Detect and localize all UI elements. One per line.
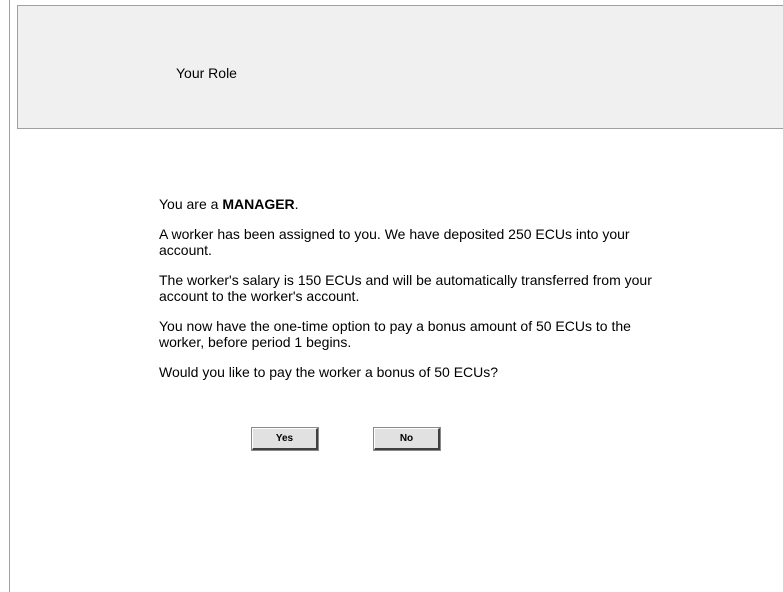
header-panel: Your Role bbox=[17, 5, 783, 129]
experiment-screen: Your Role You are a MANAGER. A worker ha… bbox=[0, 0, 783, 592]
deposit-paragraph: A worker has been assigned to you. We ha… bbox=[159, 226, 630, 258]
bonus-option-paragraph: You now have the one-time option to pay … bbox=[159, 318, 631, 350]
yes-button[interactable]: Yes bbox=[251, 427, 319, 451]
role-statement: You are a MANAGER. bbox=[159, 196, 679, 212]
role-prefix: You are a bbox=[159, 196, 223, 212]
role-suffix: . bbox=[294, 196, 299, 212]
no-button[interactable]: No bbox=[373, 427, 441, 451]
message-area: You are a MANAGER. A worker has been ass… bbox=[159, 196, 679, 394]
bonus-question: Would you like to pay the worker a bonus… bbox=[159, 364, 499, 380]
salary-paragraph: The worker's salary is 150 ECUs and will… bbox=[159, 272, 652, 304]
page-title: Your Role bbox=[176, 65, 237, 81]
role-name: MANAGER bbox=[222, 196, 295, 212]
left-border-line bbox=[9, 0, 10, 592]
